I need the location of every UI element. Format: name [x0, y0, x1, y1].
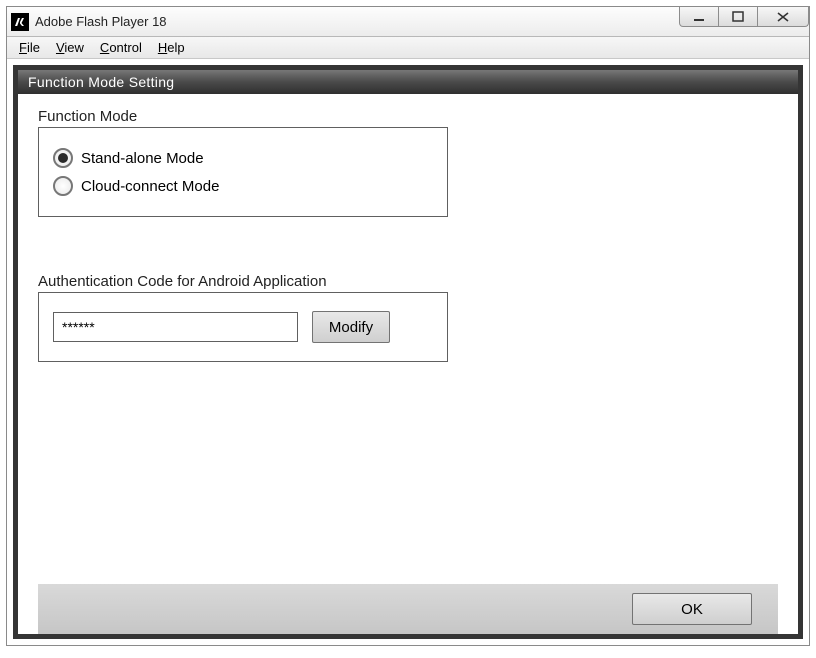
auth-label: Authentication Code for Android Applicat…: [38, 273, 778, 290]
radio-standalone-label: Stand-alone Mode: [81, 150, 204, 167]
panel-frame: Function Mode Setting Function Mode Stan…: [13, 65, 803, 639]
function-mode-label: Function Mode: [38, 108, 778, 125]
app-icon: [11, 13, 29, 31]
window-controls: [680, 7, 809, 27]
function-mode-group: Stand-alone Mode Cloud-connect Mode: [38, 127, 448, 217]
titlebar: Adobe Flash Player 18: [7, 7, 809, 37]
auth-group: Modify: [38, 292, 448, 362]
radio-cloud[interactable]: Cloud-connect Mode: [53, 176, 433, 196]
panel-body: Function Mode Stand-alone Mode Cloud-con…: [18, 94, 798, 634]
minimize-button[interactable]: [679, 7, 719, 27]
app-window: Adobe Flash Player 18 File View Control …: [6, 6, 810, 646]
panel-title: Function Mode Setting: [18, 70, 798, 94]
radio-icon: [53, 148, 73, 168]
menu-help[interactable]: Help: [150, 39, 193, 56]
close-button[interactable]: [757, 7, 809, 27]
maximize-button[interactable]: [718, 7, 758, 27]
menu-control[interactable]: Control: [92, 39, 150, 56]
menu-view[interactable]: View: [48, 39, 92, 56]
radio-standalone[interactable]: Stand-alone Mode: [53, 148, 433, 168]
ok-button[interactable]: OK: [632, 593, 752, 625]
client-area: Function Mode Setting Function Mode Stan…: [7, 59, 809, 645]
window-title: Adobe Flash Player 18: [35, 14, 167, 29]
radio-cloud-label: Cloud-connect Mode: [81, 178, 219, 195]
menu-file[interactable]: File: [11, 39, 48, 56]
modify-button[interactable]: Modify: [312, 311, 390, 343]
radio-icon: [53, 176, 73, 196]
footer-bar: OK: [38, 584, 778, 634]
menubar: File View Control Help: [7, 37, 809, 59]
auth-code-input[interactable]: [53, 312, 298, 342]
